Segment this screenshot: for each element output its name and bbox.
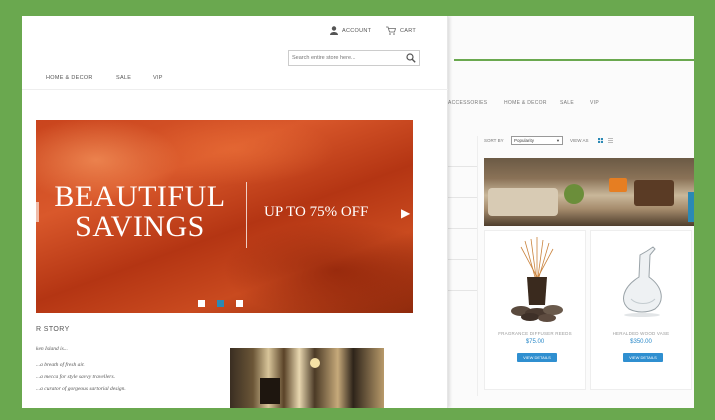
product-card[interactable]: HERALDED WOOD VASE $350.00 VIEW DETAILS: [590, 230, 692, 390]
slide-dot-active[interactable]: [217, 300, 224, 307]
screenshot-frame: ACCESSORIES HOME & DECOR SALE VIP SORT B…: [22, 16, 694, 408]
nav-item-sale[interactable]: SALE: [560, 100, 574, 106]
hero-divider: [246, 182, 247, 248]
account-link[interactable]: ACCOUNT: [342, 28, 371, 34]
story-line: ...a breath of fresh air.: [36, 362, 85, 368]
product-name[interactable]: HERALDED WOOD VASE: [591, 331, 691, 336]
sort-by-select[interactable]: Popularity ▼: [511, 136, 563, 145]
search-box: [288, 50, 420, 66]
story-heading: R STORY: [36, 326, 70, 333]
slide-dot[interactable]: [236, 300, 243, 307]
category-page-window: ACCESSORIES HOME & DECOR SALE VIP SORT B…: [448, 16, 694, 408]
nav-divider: [22, 89, 448, 90]
product-image-diffuser[interactable]: [495, 237, 577, 323]
chevron-right-icon[interactable]: ▶: [401, 206, 410, 220]
cart-icon[interactable]: [386, 26, 396, 35]
header-rule: [454, 59, 694, 61]
product-image-vase[interactable]: [601, 237, 683, 323]
sidebar-divider: [448, 290, 477, 291]
story-line: ...a curator of gorgeous sartorial desig…: [36, 386, 126, 392]
list-icon[interactable]: [608, 138, 613, 143]
search-icon[interactable]: [406, 53, 416, 63]
cart-link[interactable]: CART: [400, 28, 416, 34]
product-price: $75.00: [525, 339, 545, 345]
sidebar-divider: [448, 259, 477, 260]
filter-sidebar: [448, 136, 478, 396]
view-details-button[interactable]: VIEW DETAILS: [623, 353, 663, 362]
nav-item-vip[interactable]: VIP: [590, 100, 599, 106]
nav-item-accessories[interactable]: ACCESSORIES: [448, 100, 487, 106]
sidebar-divider: [448, 228, 477, 229]
category-banner-image: [484, 158, 694, 226]
view-as-label: VIEW AS: [570, 138, 589, 143]
nav-item-vip[interactable]: VIP: [153, 75, 163, 81]
product-name[interactable]: FRAGRANCE DIFFUSER REEDS: [485, 331, 585, 336]
sidebar-divider: [448, 197, 477, 198]
product-price: $350.00: [630, 339, 652, 345]
product-card[interactable]: FRAGRANCE DIFFUSER REEDS $75.00 VIEW DET…: [484, 230, 586, 390]
sort-by-label: SORT BY: [484, 138, 504, 143]
prev-slide-handle[interactable]: [36, 202, 39, 222]
user-icon[interactable]: [330, 26, 338, 35]
hero-title: BEAUTIFUL SAVINGS: [50, 182, 230, 242]
nav-item-sale[interactable]: SALE: [116, 75, 131, 81]
search-input[interactable]: [292, 53, 402, 63]
chevron-down-icon: ▼: [556, 138, 560, 143]
hero-title-line: BEAUTIFUL: [54, 180, 226, 213]
hero-title-line: SAVINGS: [75, 210, 205, 243]
sort-by-value: Popularity: [514, 138, 535, 143]
slide-dot[interactable]: [198, 300, 205, 307]
store-interior-image: [230, 348, 384, 408]
view-details-button[interactable]: VIEW DETAILS: [517, 353, 557, 362]
grid-icon[interactable]: [598, 138, 603, 143]
story-intro: ken Island is...: [36, 346, 68, 352]
sidebar-divider: [448, 166, 477, 167]
hero-offer[interactable]: UP TO 75% OFF: [264, 204, 368, 221]
story-line: ...a mecca for style savvy travellers.: [36, 374, 115, 380]
hero-banner[interactable]: BEAUTIFUL SAVINGS UP TO 75% OFF ▶: [36, 120, 413, 313]
nav-item-home-decor[interactable]: HOME & DECOR: [504, 100, 547, 106]
nav-item-home-decor[interactable]: HOME & DECOR: [46, 75, 93, 81]
home-page-window: ACCOUNT CART HOME & DECOR SALE VIP BEAUT…: [22, 16, 448, 408]
